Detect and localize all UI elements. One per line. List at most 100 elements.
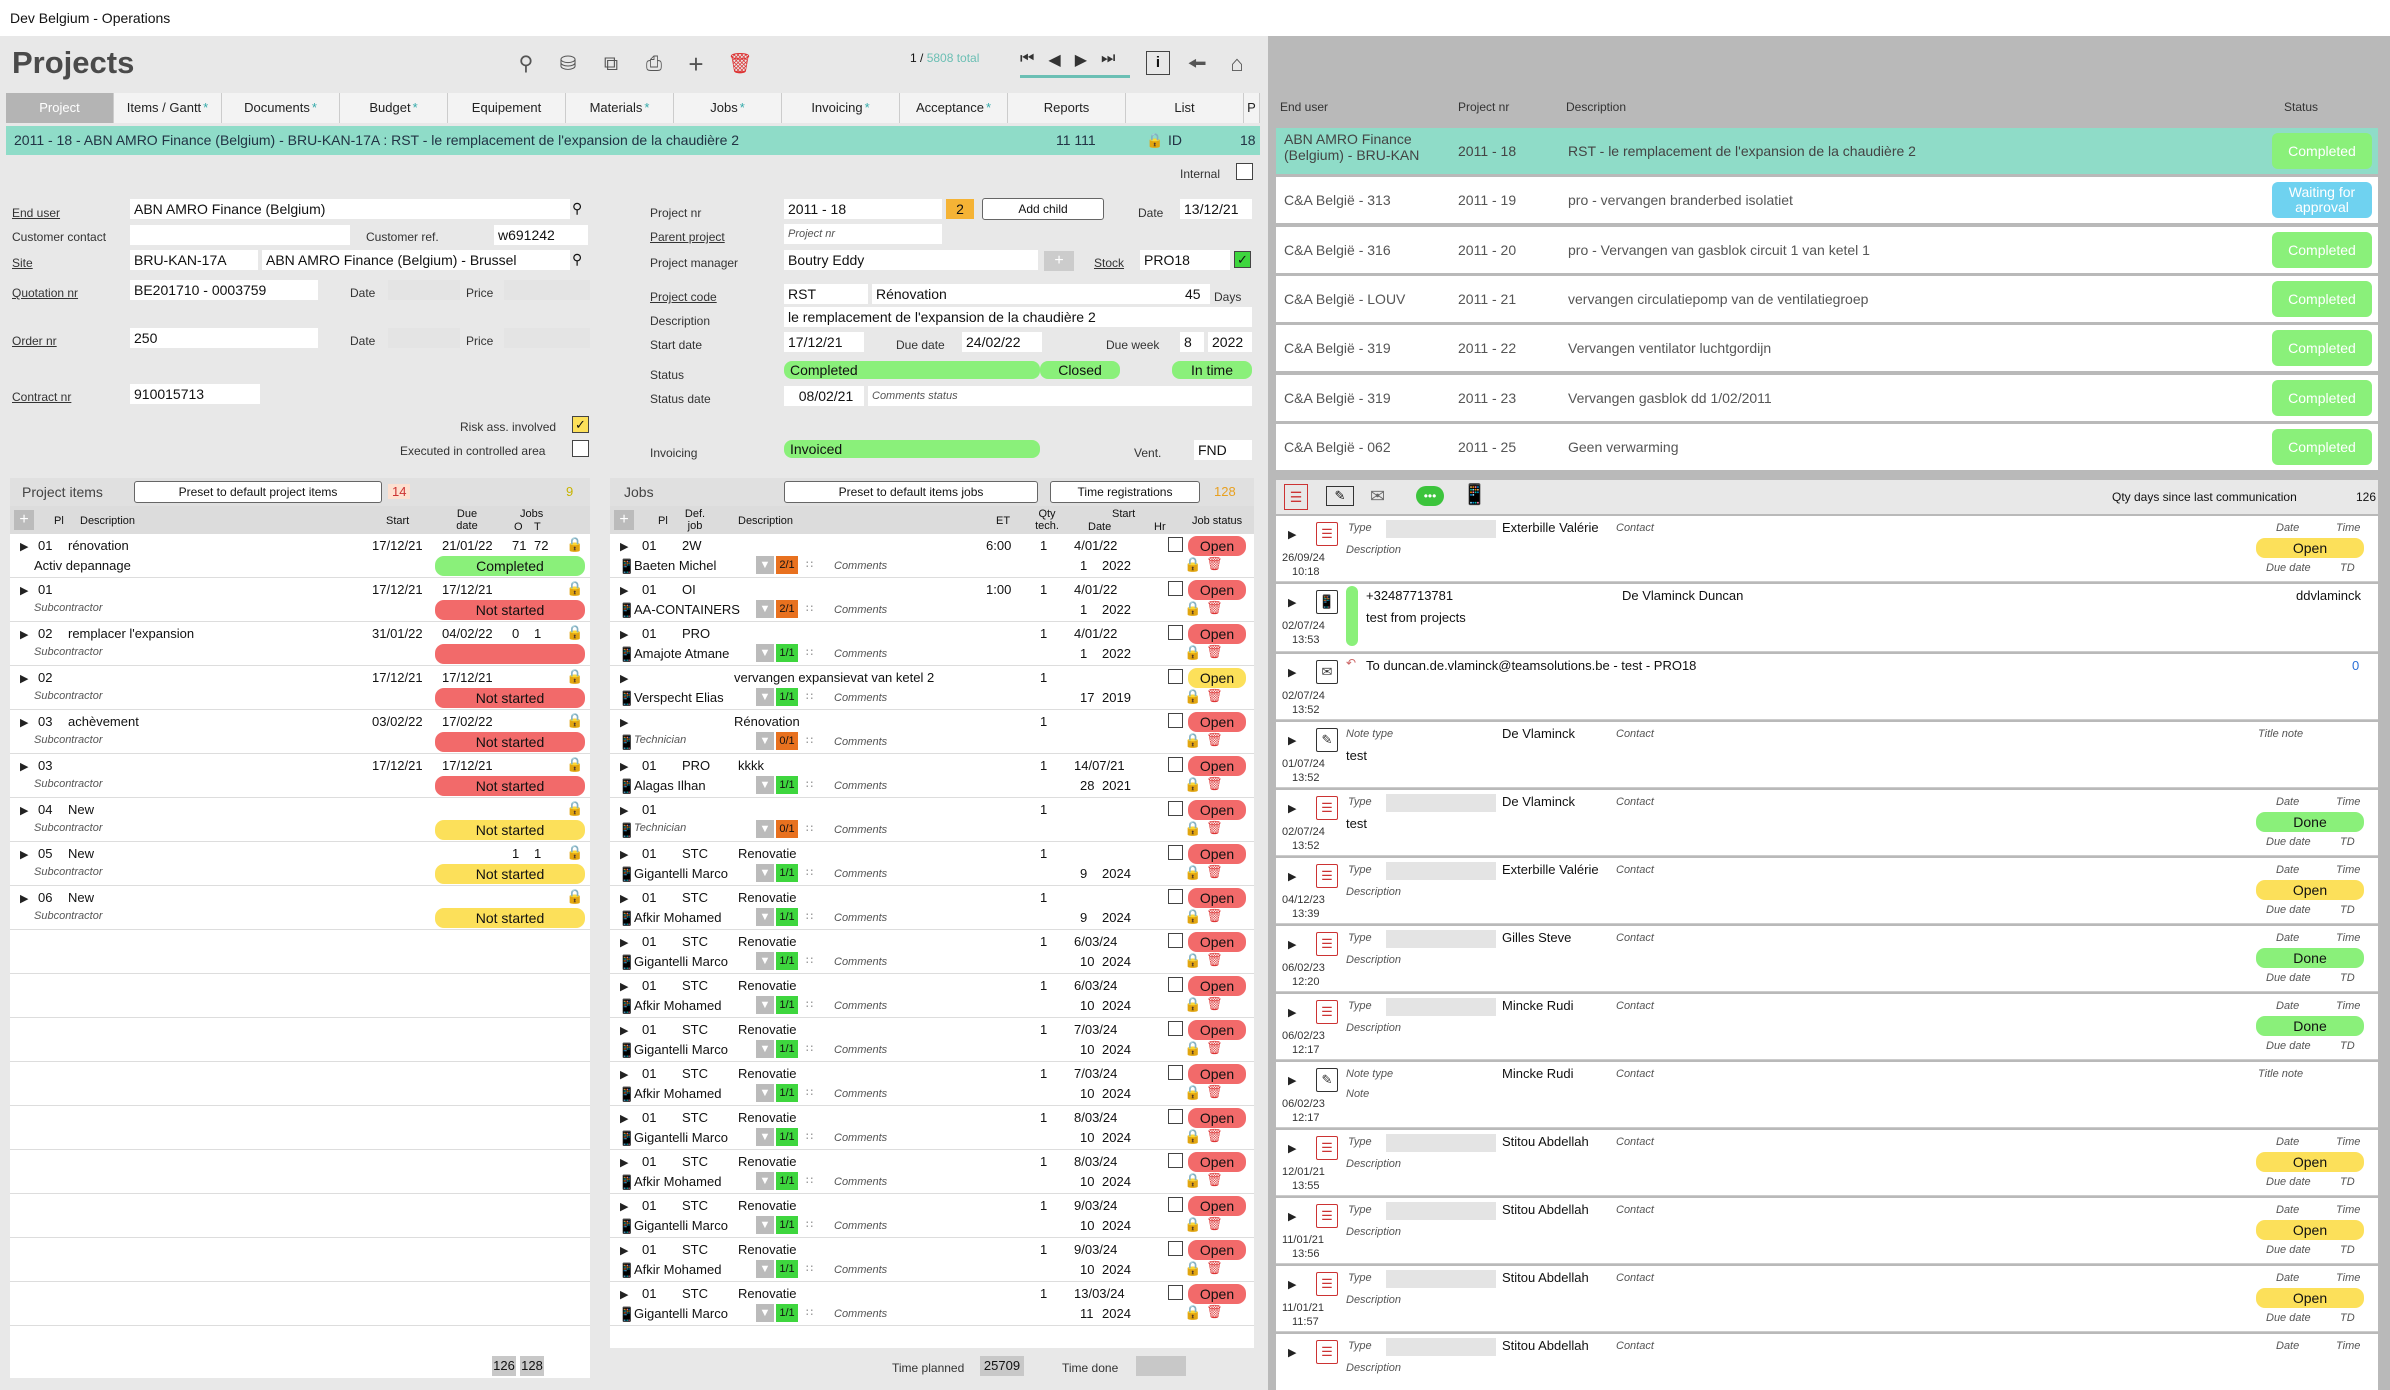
- delete-icon[interactable]: 🗑: [1206, 600, 1223, 616]
- expand-icon[interactable]: ▶: [620, 848, 628, 861]
- job-check[interactable]: [1168, 1153, 1183, 1168]
- expand-icon[interactable]: ▶: [620, 584, 628, 597]
- job-technician[interactable]: Gigantelli Marco: [634, 1042, 728, 1057]
- type-field[interactable]: [1386, 1134, 1496, 1152]
- project-item-row[interactable]: ▶ 04 New 🔒 Subcontractor Not started: [10, 798, 590, 842]
- invoicing-badge[interactable]: Invoiced: [784, 440, 1040, 458]
- expand-icon[interactable]: ▶: [1288, 1074, 1296, 1087]
- project-item-row[interactable]: ▶ 03 achèvement 03/02/22 17/02/22 🔒 Subcontrac…: [10, 710, 590, 754]
- preset-jobs-button[interactable]: Preset to default items jobs: [784, 481, 1038, 503]
- job-status-badge[interactable]: Open: [1188, 1196, 1246, 1216]
- job-comments[interactable]: Comments: [834, 1000, 887, 1012]
- job-comments[interactable]: Comments: [834, 780, 887, 792]
- delete-icon[interactable]: 🗑: [1206, 1216, 1223, 1232]
- previous-record-icon[interactable]: ◀: [1048, 50, 1060, 74]
- job-status-badge[interactable]: Open: [1188, 1240, 1246, 1260]
- risk-checkbox[interactable]: ✓: [572, 416, 589, 433]
- expand-icon[interactable]: ▶: [1288, 938, 1296, 951]
- preset-project-items-button[interactable]: Preset to default project items: [134, 481, 382, 503]
- project-list-row[interactable]: C&A België - 316 2011 - 20 pro - Vervangen…: [1276, 226, 2378, 273]
- item-status-badge[interactable]: Completed: [435, 556, 585, 576]
- item-status-badge[interactable]: Not started: [435, 776, 585, 796]
- grip-icon[interactable]: ∷: [806, 998, 813, 1011]
- type-field[interactable]: [1386, 1338, 1496, 1356]
- job-row[interactable]: ▶ 📱 01 STC Renovatie 1 Gigantelli Marco ▼ 1/1 ∷ Co…: [610, 842, 1254, 886]
- task-status-badge[interactable]: Open: [2256, 1152, 2364, 1172]
- expand-icon[interactable]: ▶: [620, 1112, 628, 1125]
- delete-icon[interactable]: 🗑: [1206, 776, 1223, 792]
- pm-add-icon[interactable]: +: [1044, 251, 1074, 271]
- job-comments[interactable]: Comments: [834, 824, 887, 836]
- item-status-badge[interactable]: Not started: [435, 864, 585, 884]
- type-field[interactable]: [1386, 862, 1496, 880]
- comm-item[interactable]: ▶ ☰ 12/01/21 13:55 Type Stitou Abdellah Contac…: [1276, 1130, 2378, 1196]
- job-technician[interactable]: Gigantelli Marco: [634, 954, 728, 969]
- expand-icon[interactable]: ▶: [1288, 596, 1296, 609]
- expand-icon[interactable]: ▶: [620, 1068, 628, 1081]
- comm-item[interactable]: ▶ ☰ 11/01/21 13:56 Type Stitou Abdellah Contac…: [1276, 1198, 2378, 1264]
- expand-icon[interactable]: ▶: [20, 804, 28, 817]
- job-check[interactable]: [1168, 1021, 1183, 1036]
- job-status-badge[interactable]: Open: [1188, 932, 1246, 952]
- grip-icon[interactable]: ∷: [806, 1218, 813, 1231]
- delete-icon[interactable]: 🗑: [1206, 1128, 1223, 1144]
- grip-icon[interactable]: ∷: [806, 866, 813, 879]
- expand-icon[interactable]: ▶: [620, 760, 628, 773]
- delete-icon[interactable]: 🗑: [1206, 1260, 1223, 1276]
- job-row[interactable]: ▶ 📱 01 STC Renovatie 1 8/03/24 Afkir Mohamed ▼ 1/…: [610, 1150, 1254, 1194]
- delete-icon[interactable]: 🗑: [1206, 556, 1223, 572]
- delete-icon[interactable]: 🗑: [1206, 732, 1223, 748]
- job-row[interactable]: ▶ 📱 01 2W 6:00 1 4/01/22 Baeten Michel ▼ 2/1 ∷ Comm…: [610, 534, 1254, 578]
- job-check[interactable]: [1168, 1285, 1183, 1300]
- site-code-field[interactable]: BRU-KAN-17A: [130, 250, 258, 270]
- dropdown-icon[interactable]: ▼: [756, 1084, 774, 1102]
- project-item-row[interactable]: ▶ 01 rénovation 17/12/21 21/01/22 71 72 🔒 Activ …: [10, 534, 590, 578]
- job-technician[interactable]: Alagas Ilhan: [634, 778, 706, 793]
- delete-icon[interactable]: 🗑: [1206, 1172, 1223, 1188]
- expand-icon[interactable]: ▶: [20, 672, 28, 685]
- job-check[interactable]: [1168, 845, 1183, 860]
- grip-icon[interactable]: ∷: [806, 778, 813, 791]
- comments-status-field[interactable]: Comments status: [868, 386, 1252, 406]
- expand-icon[interactable]: ▶: [620, 892, 628, 905]
- project-code-field[interactable]: RST: [784, 284, 868, 304]
- start-date-field[interactable]: 17/12/21: [784, 332, 864, 352]
- delete-icon[interactable]: 🗑: [1206, 1304, 1223, 1320]
- project-list-row[interactable]: C&A België - 319 2011 - 22 Vervangen venti…: [1276, 325, 2378, 372]
- comm-item[interactable]: ▶ ✎ 01/07/24 13:52 Note type De Vlaminck Conta…: [1276, 722, 2378, 788]
- stock-field[interactable]: PRO18: [1140, 250, 1230, 270]
- add-job-icon[interactable]: +: [614, 510, 634, 530]
- type-field[interactable]: [1386, 930, 1496, 948]
- first-record-icon[interactable]: ⏮: [1020, 50, 1034, 74]
- project-list-row[interactable]: C&A België - LOUV 2011 - 21 vervangen circ…: [1276, 275, 2378, 322]
- expand-icon[interactable]: ▶: [1288, 1210, 1296, 1223]
- job-row[interactable]: ▶ 📱 vervangen expansievat van ketel 2 1 Vers…: [610, 666, 1254, 710]
- job-row[interactable]: ▶ 📱 01 1 Technician ▼ 0/1 ∷ Comments 🔒 🗑 Open: [610, 798, 1254, 842]
- dropdown-icon[interactable]: ▼: [756, 1304, 774, 1322]
- comm-item[interactable]: ▶ ✉ 02/07/24 13:52 ↶ To duncan.de.vlaminck@te…: [1276, 654, 2378, 720]
- job-row[interactable]: ▶ 📱 01 STC Renovatie 1 6/03/24 Afkir Mohamed ▼ 1/…: [610, 974, 1254, 1018]
- expand-icon[interactable]: ▶: [1288, 528, 1296, 541]
- expand-icon[interactable]: ▶: [620, 540, 628, 553]
- job-status-badge[interactable]: Open: [1188, 888, 1246, 908]
- job-comments[interactable]: Comments: [834, 648, 887, 660]
- delete-icon[interactable]: 🗑: [1206, 688, 1223, 704]
- dropdown-icon[interactable]: ▼: [756, 600, 774, 618]
- job-status-badge[interactable]: Open: [1188, 1284, 1246, 1304]
- type-field[interactable]: [1386, 520, 1496, 538]
- project-nr-field[interactable]: 2011 - 18: [784, 199, 942, 219]
- vent-field[interactable]: FND: [1194, 440, 1252, 460]
- task-status-badge[interactable]: Done: [2256, 1016, 2364, 1036]
- job-comments[interactable]: Comments: [834, 1264, 887, 1276]
- job-row[interactable]: ▶ 📱 01 STC Renovatie 1 13/03/24 Gigantelli Marc…: [610, 1282, 1254, 1326]
- project-list-row[interactable]: C&A België - 313 2011 - 19 pro - vervangen…: [1276, 177, 2378, 224]
- grip-icon[interactable]: ∷: [806, 822, 813, 835]
- quotation-price-field[interactable]: [504, 280, 590, 300]
- pm-field[interactable]: Boutry Eddy: [784, 250, 1038, 270]
- search-icon[interactable]: ⚲: [513, 52, 539, 76]
- job-technician[interactable]: Baeten Michel: [634, 558, 716, 573]
- job-check[interactable]: [1168, 669, 1183, 684]
- job-row[interactable]: ▶ 📱 01 STC Renovatie 1 9/03/24 Gigantelli Marco…: [610, 1194, 1254, 1238]
- quotation-field[interactable]: BE201710 - 0003759: [130, 280, 318, 300]
- expand-icon[interactable]: ▶: [1288, 666, 1296, 679]
